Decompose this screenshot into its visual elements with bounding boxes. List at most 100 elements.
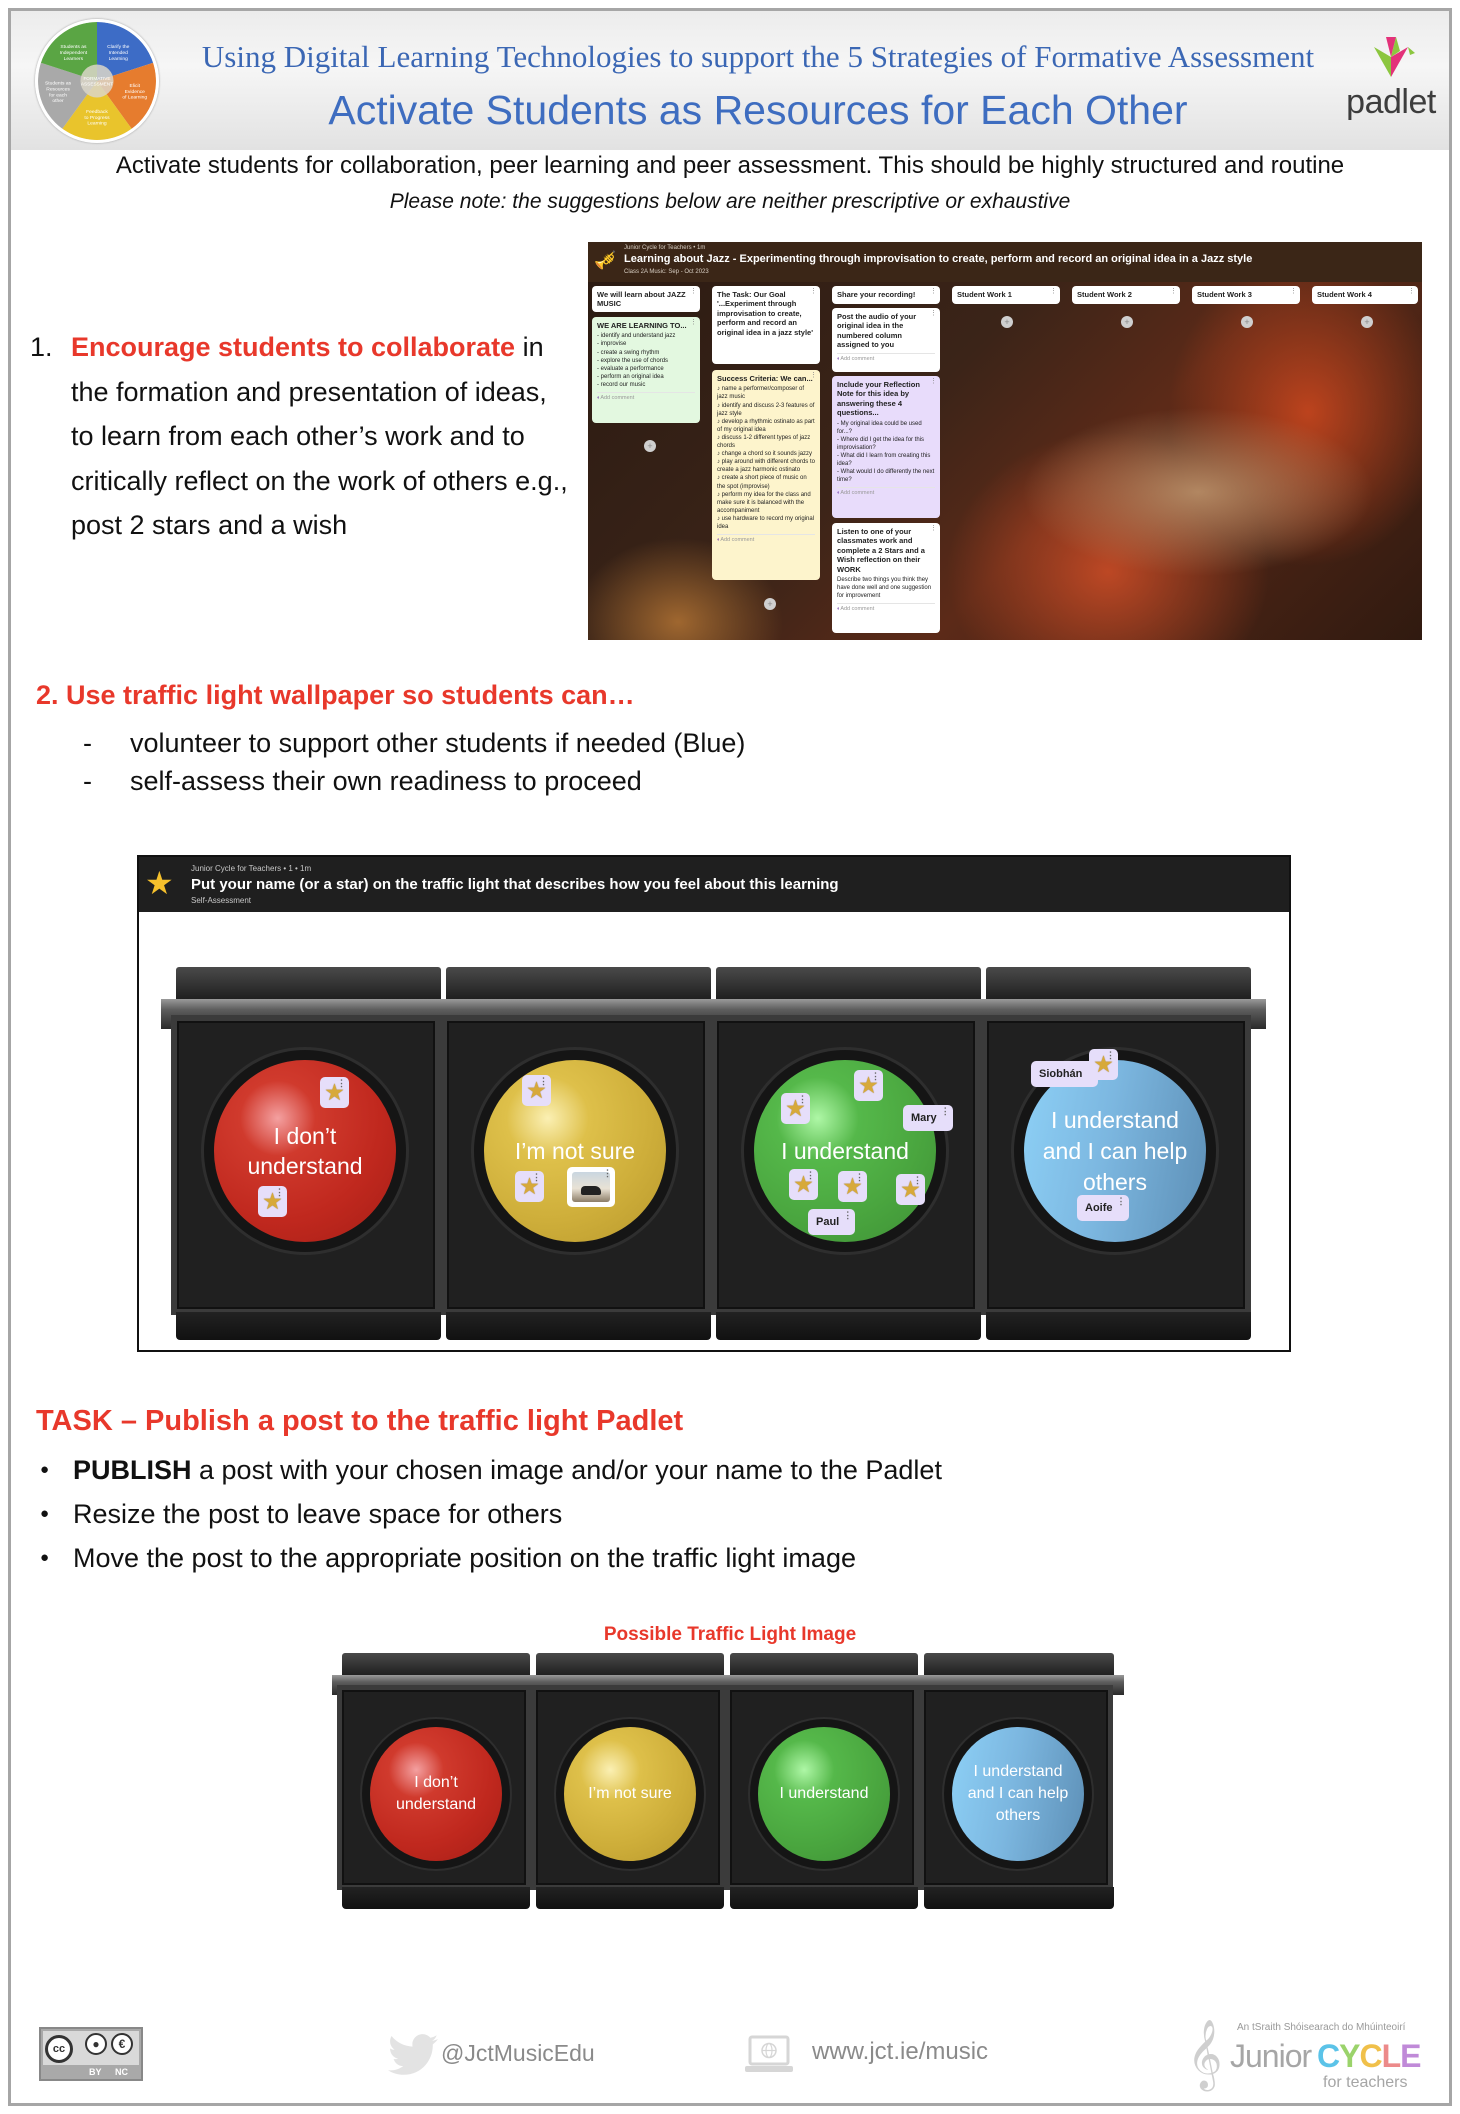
add-post-button[interactable]: + [644,440,656,452]
svg-text:ASSESSMENT: ASSESSMENT [81,82,113,87]
more-icon[interactable]: ⋮ [1170,288,1177,297]
add-post-button[interactable]: + [1001,316,1013,328]
star-post[interactable]: ★ ⋮ [789,1169,818,1200]
board-header: ★ Junior Cycle for Teachers • 1 • 1m Put… [139,857,1289,912]
board-header: 🎺 Junior Cycle for Teachers • 1m Learnin… [588,242,1422,282]
star-post[interactable]: ★ ⋮ [320,1077,349,1108]
intro-text: Activate students for collaboration, pee… [115,152,1345,179]
more-icon[interactable]: ⋮ [539,1077,548,1086]
more-icon[interactable]: ⋮ [941,1107,950,1116]
svg-text:Elicit: Elicit [130,83,141,89]
possible-image-caption: Possible Traffic Light Image [603,1624,857,1645]
task-item: PUBLISH a post with your chosen image an… [36,1448,942,1492]
more-icon[interactable]: ⋮ [930,525,937,534]
post-card[interactable]: Listen to one of your classmates work an… [832,523,940,633]
star-post[interactable]: ★ ⋮ [1089,1049,1118,1080]
svg-text:Resources: Resources [46,86,70,92]
task-item: Resize the post to leave space for other… [36,1492,942,1536]
post-card[interactable]: Include your Reflection Note for this id… [832,376,940,518]
add-comment[interactable]: Add comment [717,534,815,544]
task-list: PUBLISH a post with your chosen image an… [36,1448,942,1580]
more-icon[interactable]: ⋮ [810,372,817,381]
non-commercial-icon: € [111,2033,133,2055]
svg-text:Intended: Intended [109,50,128,56]
list-item: self-assess their own readiness to proce… [80,762,745,800]
post-card[interactable]: Post the audio of your original idea in … [832,308,940,372]
add-comment[interactable]: Add comment [837,352,935,363]
more-icon[interactable]: ⋮ [843,1211,852,1220]
more-icon[interactable]: ⋮ [1117,1197,1126,1206]
attribution-icon: ● [85,2033,107,2055]
more-icon[interactable]: ⋮ [913,1176,922,1185]
star-post[interactable]: ★ ⋮ [896,1174,925,1205]
twitter-handle[interactable]: @JctMusicEdu [441,2040,595,2067]
more-icon[interactable]: ⋮ [690,319,697,328]
svg-text:Clarify the: Clarify the [107,44,129,50]
svg-text:Learning: Learning [87,121,106,127]
star-post[interactable]: ★ ⋮ [781,1093,810,1124]
board-meta: Junior Cycle for Teachers • 1m [624,245,706,251]
more-icon[interactable]: ⋮ [871,1072,880,1081]
more-icon[interactable]: ⋮ [690,288,697,297]
jazz-padlet-screenshot: 🎺 Junior Cycle for Teachers • 1m Learnin… [588,242,1422,640]
add-comment[interactable]: Add comment [837,603,935,613]
name-post[interactable]: Aoife ⋮ [1077,1195,1129,1221]
star-post[interactable]: ★ ⋮ [522,1075,551,1106]
column-header[interactable]: Student Work 4 ⋮ [1312,286,1418,304]
more-icon[interactable]: ⋮ [1050,288,1057,297]
column-header[interactable]: The Task: Our Goal '...Experiment throug… [712,286,820,364]
more-icon[interactable]: ⋮ [1290,288,1297,297]
laptop-globe-icon [745,2035,793,2075]
name-post[interactable]: Paul ⋮ [808,1209,856,1235]
more-icon[interactable]: ⋮ [603,1169,612,1178]
section-1-body: in the formation and presentation of ide… [71,332,568,540]
more-icon[interactable]: ⋮ [1106,1051,1115,1060]
image-post[interactable]: ⋮ [567,1167,615,1207]
green-light: I understand [758,1727,890,1861]
add-post-button[interactable]: + [1241,316,1253,328]
more-icon[interactable]: ⋮ [810,288,817,297]
more-icon[interactable]: ⋮ [337,1079,346,1088]
post-card[interactable]: Success Criteria: We can... ♪ name a per… [712,370,820,580]
padlet-wordmark: padlet [1346,83,1436,121]
star-post[interactable]: ★ ⋮ [515,1171,544,1202]
junior-cycle-logo: An tSraith Shóisearach do Mhúinteoirí 𝄞 … [1187,2019,1421,2091]
add-comment[interactable]: Add comment [597,392,695,402]
column-header[interactable]: Student Work 3 ⋮ [1192,286,1300,304]
add-post-button[interactable]: + [1361,316,1373,328]
section-1-number: 1. [30,332,53,362]
more-icon[interactable]: ⋮ [1408,288,1415,297]
padlet-logo: padlet [1336,33,1446,143]
star-post[interactable]: ★ ⋮ [258,1186,287,1217]
name-post[interactable]: Mary ⋮ [903,1105,953,1131]
more-icon[interactable]: ⋮ [930,378,937,387]
more-icon[interactable]: ⋮ [798,1095,807,1104]
section-1-text: 1. Encourage students to collaborate in … [30,325,570,548]
disclaimer-note: Please note: the suggestions below are n… [389,190,1071,213]
more-icon[interactable]: ⋮ [930,288,937,297]
creative-commons-badge: cc ● € BY NC [39,2027,143,2081]
svg-text:FORMATIVE: FORMATIVE [83,76,110,81]
column-header[interactable]: Student Work 2 ⋮ [1072,286,1180,304]
add-comment[interactable]: Add comment [837,487,935,497]
column-header[interactable]: Student Work 1 ⋮ [952,286,1060,304]
more-icon[interactable]: ⋮ [275,1188,284,1197]
star-post[interactable]: ★ ⋮ [854,1070,883,1101]
svg-text:Feedback: Feedback [86,109,108,115]
post-card[interactable]: WE ARE LEARNING TO... - identify and und… [592,317,700,423]
more-icon[interactable]: ⋮ [855,1173,864,1182]
add-post-button[interactable]: + [1121,316,1133,328]
more-icon[interactable]: ⋮ [806,1171,815,1180]
column-header[interactable]: Share your recording! ⋮ [832,286,940,304]
treble-clef-icon: 𝄞 [1187,2019,1223,2089]
twitter-icon [388,2033,438,2085]
website-link[interactable]: www.jct.ie/music [812,2038,988,2066]
cc-icon: cc [45,2035,73,2063]
svg-text:other: other [52,98,64,104]
column-header[interactable]: We will learn about JAZZ MUSIC ⋮ [592,286,700,312]
more-icon[interactable]: ⋮ [532,1173,541,1182]
more-icon[interactable]: ⋮ [930,310,937,319]
svg-text:Evidence: Evidence [125,89,146,95]
star-post[interactable]: ★ ⋮ [838,1171,867,1202]
add-post-button[interactable]: + [764,598,776,610]
